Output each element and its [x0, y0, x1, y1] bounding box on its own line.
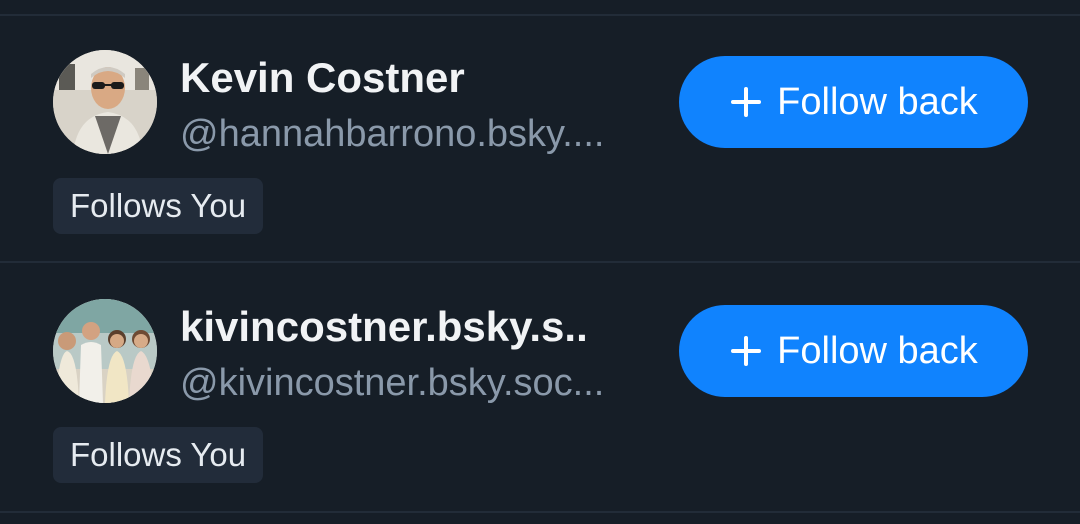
- avatar[interactable]: [53, 50, 157, 154]
- follower-list: Kevin Costner @hannahbarrono.bsky.... Fo…: [0, 0, 1080, 524]
- follow-back-label: Follow back: [777, 329, 978, 372]
- profile-photo-icon: [53, 299, 157, 403]
- user-handle: @kivincostner.bsky.soc...: [180, 362, 605, 404]
- bottom-divider: [0, 511, 1080, 513]
- follow-back-button[interactable]: Follow back: [679, 305, 1028, 397]
- follower-row[interactable]: kivincostner.bsky.s.. @kivincostner.bsky…: [0, 265, 1080, 511]
- display-name[interactable]: kivincostner.bsky.s..: [180, 301, 588, 353]
- follow-back-button[interactable]: Follow back: [679, 56, 1028, 148]
- profile-photo-icon: [53, 50, 157, 154]
- follow-back-label: Follow back: [777, 80, 978, 123]
- plus-icon: [731, 336, 762, 366]
- avatar[interactable]: [53, 299, 157, 403]
- follower-row[interactable]: Kevin Costner @hannahbarrono.bsky.... Fo…: [0, 16, 1080, 262]
- follows-you-badge: Follows You: [53, 427, 264, 483]
- display-name[interactable]: Kevin Costner: [180, 52, 465, 104]
- row-divider: [0, 261, 1080, 263]
- plus-icon: [731, 87, 762, 117]
- follows-you-badge: Follows You: [53, 178, 264, 234]
- user-handle: @hannahbarrono.bsky....: [180, 113, 605, 155]
